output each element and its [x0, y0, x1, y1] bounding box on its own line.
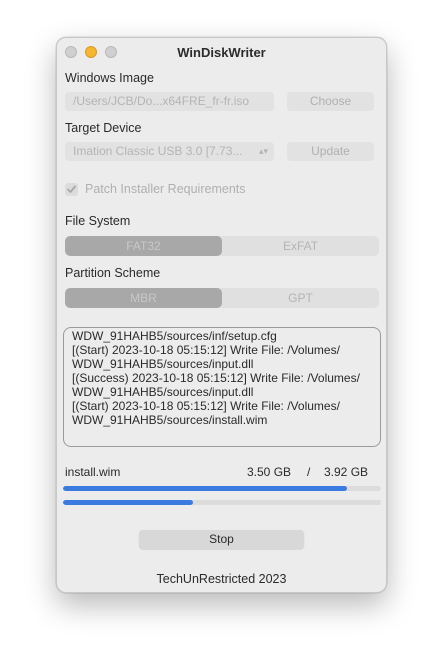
file-system-segmented-control: FAT32 ExFAT	[65, 236, 379, 256]
checkmark-icon	[67, 185, 76, 193]
total-size: 3.92 GB	[324, 465, 369, 479]
file-progress-fill	[63, 486, 347, 491]
log-lines: WDW_91HAHB5/sources/inf/setup.cfg [(Star…	[72, 329, 374, 427]
update-button[interactable]: Update	[287, 142, 374, 161]
patch-installer-checkbox[interactable]	[65, 183, 78, 196]
partition-scheme-segmented-control: MBR GPT	[65, 288, 379, 308]
partition-scheme-label: Partition Scheme	[65, 266, 161, 280]
chevron-up-down-icon: ▴▾	[258, 146, 268, 156]
size-separator: /	[307, 465, 311, 479]
file-progress-bar	[63, 486, 381, 491]
log-line: WDW_91HAHB5/sources/input.dll	[72, 385, 254, 399]
windows-image-label: Windows Image	[65, 71, 154, 85]
log-line: WDW_91HAHB5/sources/install.wim	[72, 413, 268, 427]
title-bar[interactable]: WinDiskWriter	[57, 38, 386, 66]
file-system-option-exfat[interactable]: ExFAT	[222, 236, 379, 256]
footer-credit: TechUnRestricted 2023	[156, 572, 287, 586]
overall-progress-bar	[63, 500, 381, 505]
partition-scheme-option-gpt[interactable]: GPT	[222, 288, 379, 308]
written-size: 3.50 GB	[247, 465, 292, 479]
current-file-name: install.wim	[65, 465, 121, 479]
target-device-selected-value: Imation Classic USB 3.0 [7.73...	[73, 144, 243, 158]
log-line: WDW_91HAHB5/sources/input.dll	[72, 357, 254, 371]
target-device-label: Target Device	[65, 121, 142, 135]
window-title: WinDiskWriter	[177, 45, 266, 60]
file-system-option-fat32[interactable]: FAT32	[65, 236, 222, 256]
log-line: [(Success) 2023-10-18 05:15:12] Write Fi…	[72, 371, 360, 385]
stop-button[interactable]: Stop	[139, 530, 304, 549]
windows-image-path-field[interactable]: /Users/JCB/Do...x64FRE_fr-fr.iso	[65, 92, 274, 111]
log-line: WDW_91HAHB5/sources/inf/setup.cfg	[72, 329, 277, 343]
log-text-view[interactable]: WDW_91HAHB5/sources/inf/setup.cfg [(Star…	[63, 327, 381, 447]
log-line: [(Start) 2023-10-18 05:15:12] Write File…	[72, 399, 340, 413]
log-line: [(Start) 2023-10-18 05:15:12] Write File…	[72, 343, 340, 357]
overall-progress-fill	[63, 500, 194, 505]
app-window: WinDiskWriter Windows Image /Users/JCB/D…	[56, 37, 387, 593]
partition-scheme-option-mbr[interactable]: MBR	[65, 288, 222, 308]
target-device-select[interactable]: Imation Classic USB 3.0 [7.73... ▴▾	[65, 142, 274, 161]
choose-button[interactable]: Choose	[287, 92, 374, 111]
patch-installer-label: Patch Installer Requirements	[85, 182, 246, 196]
file-system-label: File System	[65, 214, 131, 228]
